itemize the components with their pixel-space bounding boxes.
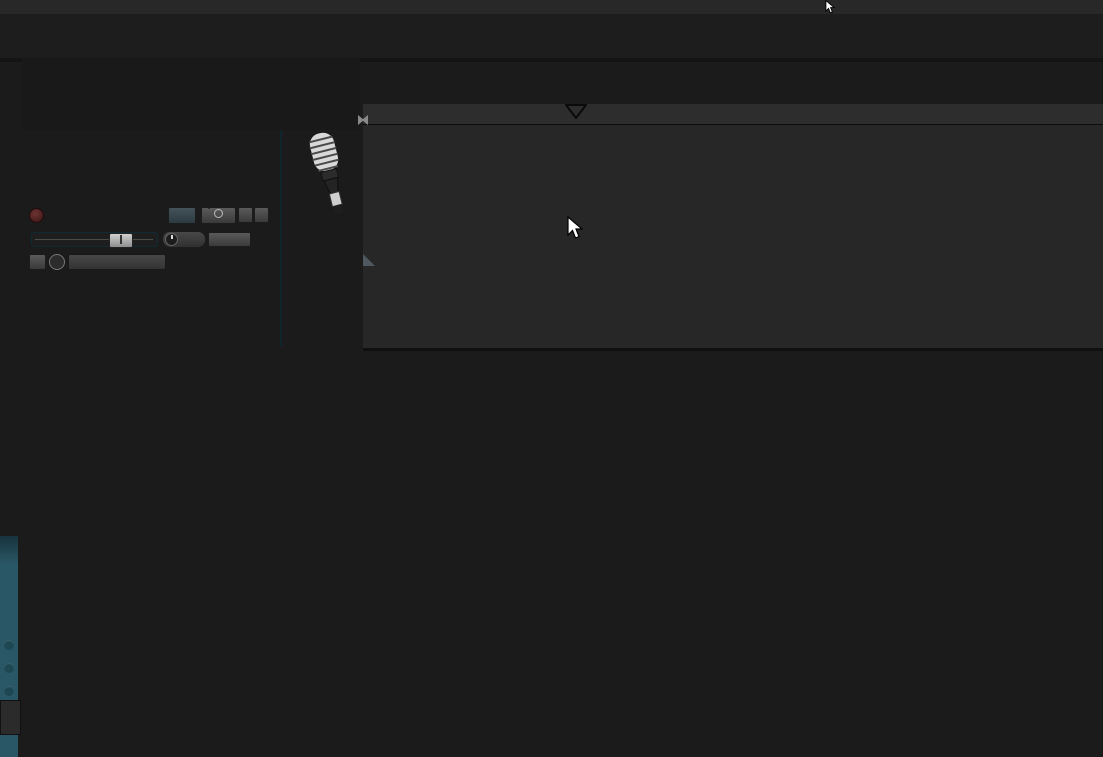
timeline-ruler[interactable] [358,104,1103,125]
fader-handle[interactable] [109,233,133,248]
collapse-button[interactable] [29,254,46,270]
audio-item-leadvox[interactable] [363,104,663,266]
pan-knob-icon [165,233,178,246]
midi-input-dropdown[interactable] [68,254,166,270]
record-arm-button[interactable] [29,208,44,223]
mute-button[interactable] [238,207,253,223]
track-meter-strip[interactable] [256,130,282,346]
spacer [208,207,210,209]
volume-fader[interactable] [31,232,158,248]
fader-groove [35,239,153,240]
io-button[interactable] [168,207,196,224]
phase-button[interactable] [49,254,65,270]
reaper-window [0,0,1103,757]
track-icon-area[interactable] [287,130,353,346]
track-control-panel [25,128,355,346]
play-cursor-marker[interactable] [565,104,587,119]
waveform [363,104,663,254]
mixer-master-send-button[interactable] [0,700,21,735]
loop-end-marker[interactable] [358,115,364,125]
monitor-button[interactable] [208,232,251,247]
arrange-view[interactable] [358,104,1103,757]
fx-toolbar [0,14,1103,62]
mixer-knob-icon[interactable] [4,640,14,650]
mixer-knob-icon[interactable] [4,663,14,673]
mouse-cursor [567,216,583,239]
fader-notch [120,235,122,244]
pan-knob[interactable] [162,231,206,248]
microphone-icon [308,131,344,215]
mixer-knob-icon[interactable] [4,686,14,696]
power-icon [214,209,223,218]
mixer-strip [0,536,21,757]
track-name-field[interactable] [45,207,171,222]
fade-in-handle[interactable] [363,254,375,266]
toolbar-mouse-cursor [825,0,836,14]
track-fx-button[interactable] [201,207,236,224]
plugin-grid [22,58,360,130]
track-panel-surface[interactable] [25,130,269,346]
